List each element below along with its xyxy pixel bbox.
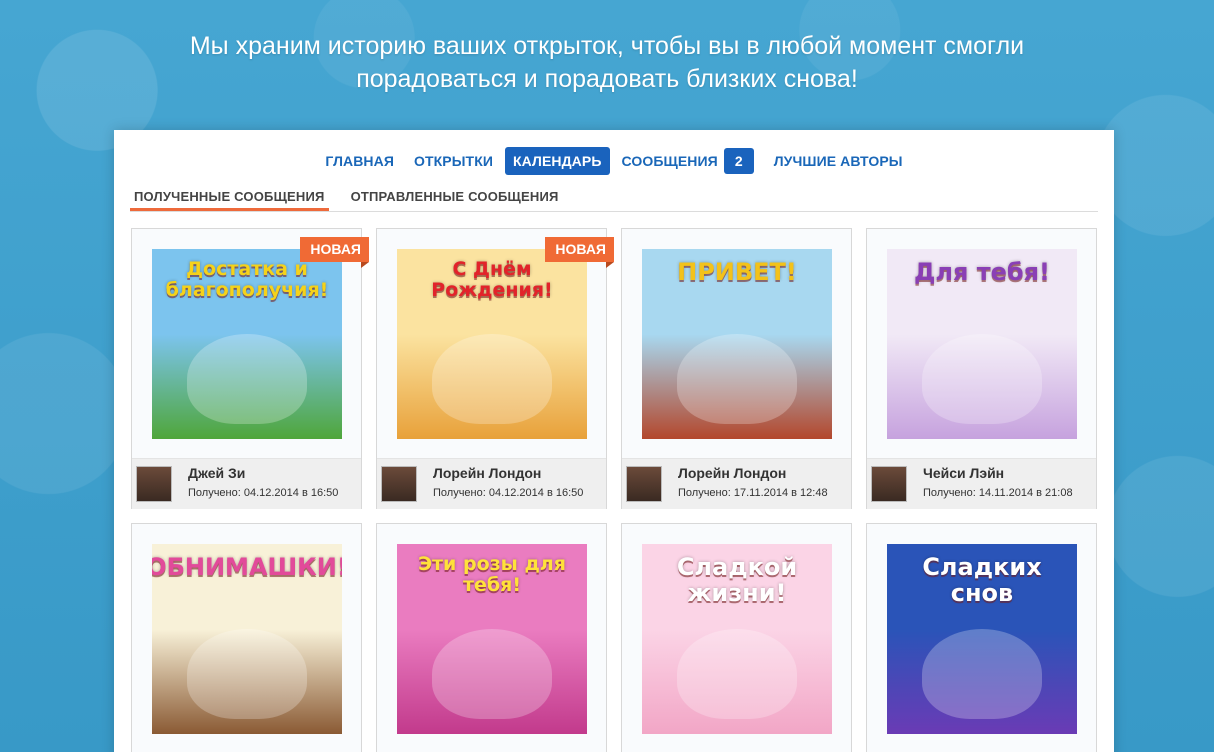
nav-label: КАЛЕНДАРЬ (513, 153, 602, 169)
postcard-item[interactable]: Сладкой жизни! (621, 523, 852, 752)
postcard-footer: Джей Зи Получено: 04.12.2014 в 16:50 (132, 458, 361, 509)
postcard-illustration (922, 629, 1042, 719)
headline-line-1: Мы храним историю ваших открыток, чтобы … (189, 32, 1025, 60)
nav-label: СООБЩЕНИЯ (621, 153, 718, 169)
received-date: Получено: 04.12.2014 в 16:50 (188, 487, 339, 499)
postcard-image-text: Сладкой жизни! (676, 553, 798, 608)
postcard-image[interactable]: ОБНИМАШКИ! (152, 544, 342, 734)
received-date: Получено: 04.12.2014 в 16:50 (433, 487, 584, 499)
postcard-footer: Лорейн Лондон Получено: 04.12.2014 в 16:5… (377, 458, 606, 509)
sender-avatar[interactable] (136, 466, 172, 502)
postcard-image-text: Сладких снов (922, 553, 1042, 608)
nav-label: ГЛАВНАЯ (325, 153, 395, 169)
messages-panel: ГЛАВНАЯ ОТКРЫТКИ КАЛЕНДАРЬ СООБЩЕНИЯ 2 Л… (114, 130, 1114, 752)
postcard-image[interactable]: Сладкой жизни! (642, 544, 832, 734)
postcard-image[interactable]: Эти розы для тебя! (397, 544, 587, 734)
postcard-item[interactable]: Эти розы для тебя! (376, 523, 607, 752)
nav-item-home[interactable]: ГЛАВНАЯ (317, 147, 402, 175)
postcard-footer: Лорейн Лондон Получено: 17.11.2014 в 12:4… (622, 458, 851, 509)
postcard-illustration (677, 334, 797, 424)
sender-name[interactable]: Чейси Лэйн (923, 465, 1004, 481)
nav-item-calendar[interactable]: КАЛЕНДАРЬ (505, 147, 610, 175)
main-nav: ГЛАВНАЯ ОТКРЫТКИ КАЛЕНДАРЬ СООБЩЕНИЯ 2 Л… (114, 142, 1114, 180)
message-subtabs: ПОЛУЧЕННЫЕ СООБЩЕНИЯ ОТПРАВЛЕННЫЕ СООБЩЕ… (130, 182, 1098, 212)
sender-avatar[interactable] (381, 466, 417, 502)
sender-avatar[interactable] (626, 466, 662, 502)
nav-item-cards[interactable]: ОТКРЫТКИ (406, 147, 501, 175)
tab-sent-messages[interactable]: ОТПРАВЛЕННЫЕ СООБЩЕНИЯ (347, 182, 563, 211)
postcard-image[interactable]: Для тебя! (887, 249, 1077, 439)
sender-name[interactable]: Лорейн Лондон (433, 465, 541, 481)
postcard-image-text: Эти розы для тебя! (418, 553, 566, 596)
postcard-item[interactable]: ОБНИМАШКИ! (131, 523, 362, 752)
postcard-illustration (922, 334, 1042, 424)
postcard-footer: Чейси Лэйн Получено: 14.11.2014 в 21:08 (867, 458, 1096, 509)
nav-label: ОТКРЫТКИ (414, 153, 494, 169)
nav-item-messages[interactable]: СООБЩЕНИЯ 2 (614, 142, 762, 180)
sender-name[interactable]: Джей Зи (188, 465, 245, 481)
new-badge: НОВАЯ (300, 237, 369, 268)
postcard-item[interactable]: НОВАЯ Достатка и благополучия! Джей Зи Полу… (131, 228, 369, 509)
nav-label: ЛУЧШИЕ АВТОРЫ (773, 153, 903, 169)
postcard-image-text: ПРИВЕТ! (677, 258, 797, 286)
messages-count-badge: 2 (723, 148, 754, 174)
new-badge: НОВАЯ (545, 237, 614, 268)
postcard-image-text: Достатка и благополучия! (165, 258, 329, 301)
postcard-image[interactable]: С Днём Рождения! (397, 249, 587, 439)
postcard-illustration (187, 334, 307, 424)
card-grid: НОВАЯ Достатка и благополучия! Джей Зи Полу… (131, 228, 1097, 752)
postcard-item[interactable]: ПРИВЕТ! Лорейн Лондон Получено: 17.11.2014… (621, 228, 852, 509)
postcard-illustration (677, 629, 797, 719)
postcard-item[interactable]: Для тебя! Чейси Лэйн Получено: 14.11.2014 … (866, 228, 1097, 509)
nav-item-top-authors[interactable]: ЛУЧШИЕ АВТОРЫ (766, 147, 911, 175)
postcard-image-text: ОБНИМАШКИ! (152, 553, 342, 581)
postcard-image-text: Для тебя! (913, 258, 1051, 286)
headline-line-2: порадоваться и порадовать близких снова! (356, 65, 858, 93)
received-date: Получено: 17.11.2014 в 12:48 (678, 487, 828, 499)
postcard-image-text: С Днём Рождения! (431, 258, 553, 301)
postcard-item[interactable]: Сладких снов (866, 523, 1097, 752)
postcard-illustration (432, 334, 552, 424)
postcard-image[interactable]: Достатка и благополучия! (152, 249, 342, 439)
received-date: Получено: 14.11.2014 в 21:08 (923, 487, 1073, 499)
postcard-illustration (187, 629, 307, 719)
tab-received-messages[interactable]: ПОЛУЧЕННЫЕ СООБЩЕНИЯ (130, 182, 329, 211)
postcard-image[interactable]: ПРИВЕТ! (642, 249, 832, 439)
sender-avatar[interactable] (871, 466, 907, 502)
sender-name[interactable]: Лорейн Лондон (678, 465, 786, 481)
postcard-image[interactable]: Сладких снов (887, 544, 1077, 734)
page-headline: Мы храним историю ваших открыток, чтобы … (0, 30, 1214, 96)
postcard-item[interactable]: НОВАЯ С Днём Рождения! Лорейн Лондон Получе… (376, 228, 614, 509)
postcard-illustration (432, 629, 552, 719)
